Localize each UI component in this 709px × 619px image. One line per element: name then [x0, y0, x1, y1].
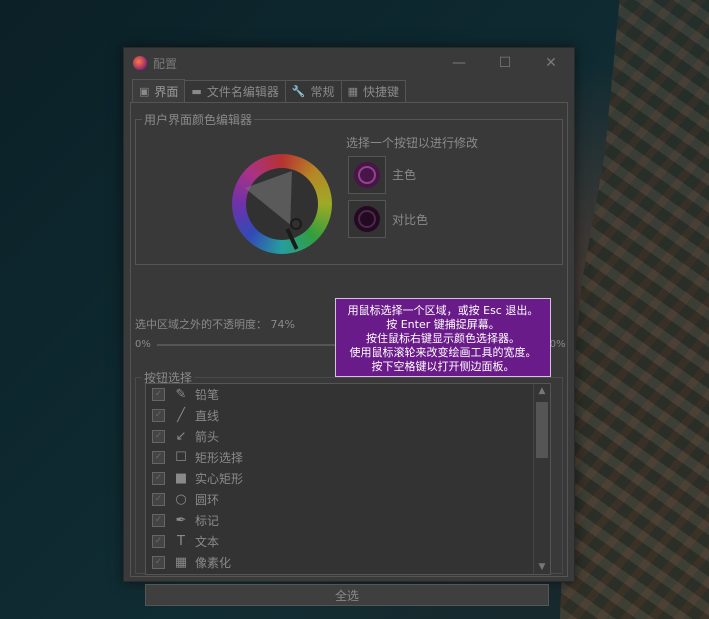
checkbox[interactable]: ✓ — [152, 472, 165, 485]
tab-filename-editor[interactable]: ▬ 文件名编辑器 — [184, 80, 286, 102]
rectangle-select-icon: ☐ — [175, 450, 187, 465]
opacity-value: 74% — [270, 318, 295, 331]
checkbox[interactable]: ✓ — [152, 409, 165, 422]
maximize-button[interactable]: ☐ — [482, 48, 528, 78]
checkbox[interactable]: ✓ — [152, 493, 165, 506]
arrow-icon: ↙ — [175, 429, 187, 444]
slider-min-label: 0% — [135, 339, 151, 350]
checkbox[interactable]: ✓ — [152, 535, 165, 548]
ring-icon — [358, 210, 376, 228]
scroll-down-icon[interactable]: ▼ — [534, 562, 550, 572]
main-color-label: 主色 — [392, 168, 417, 182]
tab-label: 常规 — [310, 85, 335, 99]
list-item[interactable]: ✓ ╱ 直线 — [146, 405, 550, 426]
pixelate-icon: ▦ — [174, 555, 188, 570]
ring-icon — [358, 166, 376, 184]
tool-label: 箭头 — [195, 430, 220, 444]
tab-label: 界面 — [154, 84, 179, 99]
grid-icon: ▦ — [347, 85, 358, 98]
contrast-color-label: 对比色 — [392, 213, 429, 227]
color-wheel[interactable] — [232, 154, 332, 254]
text-icon: T — [177, 534, 185, 549]
tool-label: 标记 — [195, 514, 220, 528]
list-item[interactable]: ✓ ○ 圆环 — [146, 489, 550, 510]
tooltip-line: 按 Enter 键捕捉屏幕。 — [386, 318, 500, 331]
title-bar[interactable]: 配置 — ☐ ✕ — [124, 48, 574, 78]
list-item[interactable]: ✓ ▦ 像素化 — [146, 552, 550, 573]
window-title: 配置 — [153, 56, 178, 71]
contrast-color-swatch — [354, 206, 380, 232]
scroll-up-icon[interactable]: ▲ — [534, 386, 550, 396]
tooltip-line: 使用鼠标滚轮来改变绘画工具的宽度。 — [349, 346, 537, 359]
scrollbar-thumb[interactable] — [536, 402, 548, 458]
minimize-button[interactable]: — — [436, 48, 482, 78]
list-item[interactable]: ✓ ■ 实心矩形 — [146, 468, 550, 489]
tab-general[interactable]: 🔧 常规 — [284, 80, 342, 102]
close-button[interactable]: ✕ — [528, 48, 574, 78]
pencil-icon: ✎ — [175, 387, 187, 402]
filename-editor-icon: ▬ — [191, 85, 202, 98]
color-picker-handle[interactable] — [290, 218, 302, 230]
circle-icon: ○ — [175, 492, 187, 507]
tooltip-line: 按下空格键以打开侧边面板。 — [371, 360, 515, 373]
tool-button-list[interactable]: ✓ ✎ 铅笔 ✓ ╱ 直线 ✓ ↙ 箭头 ✓ ☐ 矩形选择 ✓ ■ 实心矩形 ✓ ○ 圆环 ✓ ✒ 标记 ✓… — [145, 383, 551, 575]
select-all-button[interactable]: 全选 — [145, 584, 549, 606]
list-item[interactable]: ✓ ☐ 矩形选择 — [146, 447, 550, 468]
color-editor-group-title: 用户界面颜色编辑器 — [142, 111, 255, 128]
checkbox[interactable]: ✓ — [152, 388, 165, 401]
list-item[interactable]: ✓ T 文本 — [146, 531, 550, 552]
list-item[interactable]: ✓ ↙ 箭头 — [146, 426, 550, 447]
tool-label: 矩形选择 — [195, 451, 244, 465]
tooltip-line: 用鼠标选择一个区域，或按 Esc 退出。 — [347, 304, 539, 317]
checkbox[interactable]: ✓ — [152, 451, 165, 464]
tab-label: 文件名编辑器 — [206, 85, 279, 99]
tool-label: 圆环 — [195, 493, 220, 507]
tooltip-line: 按住鼠标右键显示颜色选择器。 — [366, 332, 520, 345]
tab-shortcuts[interactable]: ▦ 快捷键 — [340, 80, 406, 102]
tool-label: 铅笔 — [195, 388, 220, 402]
list-scrollbar[interactable]: ▲ ▼ — [533, 384, 550, 574]
tool-label: 实心矩形 — [195, 472, 244, 486]
interface-icon: ▣ — [139, 84, 150, 98]
tool-label: 文本 — [195, 535, 220, 549]
checkbox[interactable]: ✓ — [152, 514, 165, 527]
marker-icon: ✒ — [175, 513, 187, 528]
list-item[interactable]: ✓ ✎ 铅笔 — [146, 384, 550, 405]
main-color-swatch — [354, 162, 380, 188]
tool-label: 直线 — [195, 409, 220, 423]
line-icon: ╱ — [177, 408, 185, 423]
opacity-label-text: 选中区域之外的不透明度： — [135, 318, 267, 331]
capture-help-tooltip: 用鼠标选择一个区域，或按 Esc 退出。 按 Enter 键捕捉屏幕。 按住鼠标… — [335, 298, 551, 377]
color-editor-group: 用户界面颜色编辑器 选择一个按钮以进行修改 主色 对比色 — [135, 111, 563, 265]
tab-interface[interactable]: ▣ 界面 — [132, 79, 186, 102]
wrench-icon: 🔧 — [291, 85, 306, 98]
color-wheel-center — [244, 168, 318, 240]
filled-rectangle-icon: ■ — [174, 471, 188, 486]
window-controls: — ☐ ✕ — [436, 48, 574, 78]
app-logo-icon — [133, 56, 147, 70]
tab-bar: ▣ 界面 ▬ 文件名编辑器 🔧 常规 ▦ 快捷键 — [132, 79, 406, 102]
contrast-color-button[interactable] — [348, 200, 386, 238]
checkbox[interactable]: ✓ — [152, 430, 165, 443]
tool-label: 像素化 — [195, 556, 232, 570]
list-item[interactable]: ✓ ✒ 标记 — [146, 510, 550, 531]
main-color-button[interactable] — [348, 156, 386, 194]
tab-label: 快捷键 — [362, 85, 399, 99]
checkbox[interactable]: ✓ — [152, 556, 165, 569]
opacity-label: 选中区域之外的不透明度： 74% — [135, 316, 295, 332]
color-button-prompt: 选择一个按钮以进行修改 — [346, 136, 479, 150]
